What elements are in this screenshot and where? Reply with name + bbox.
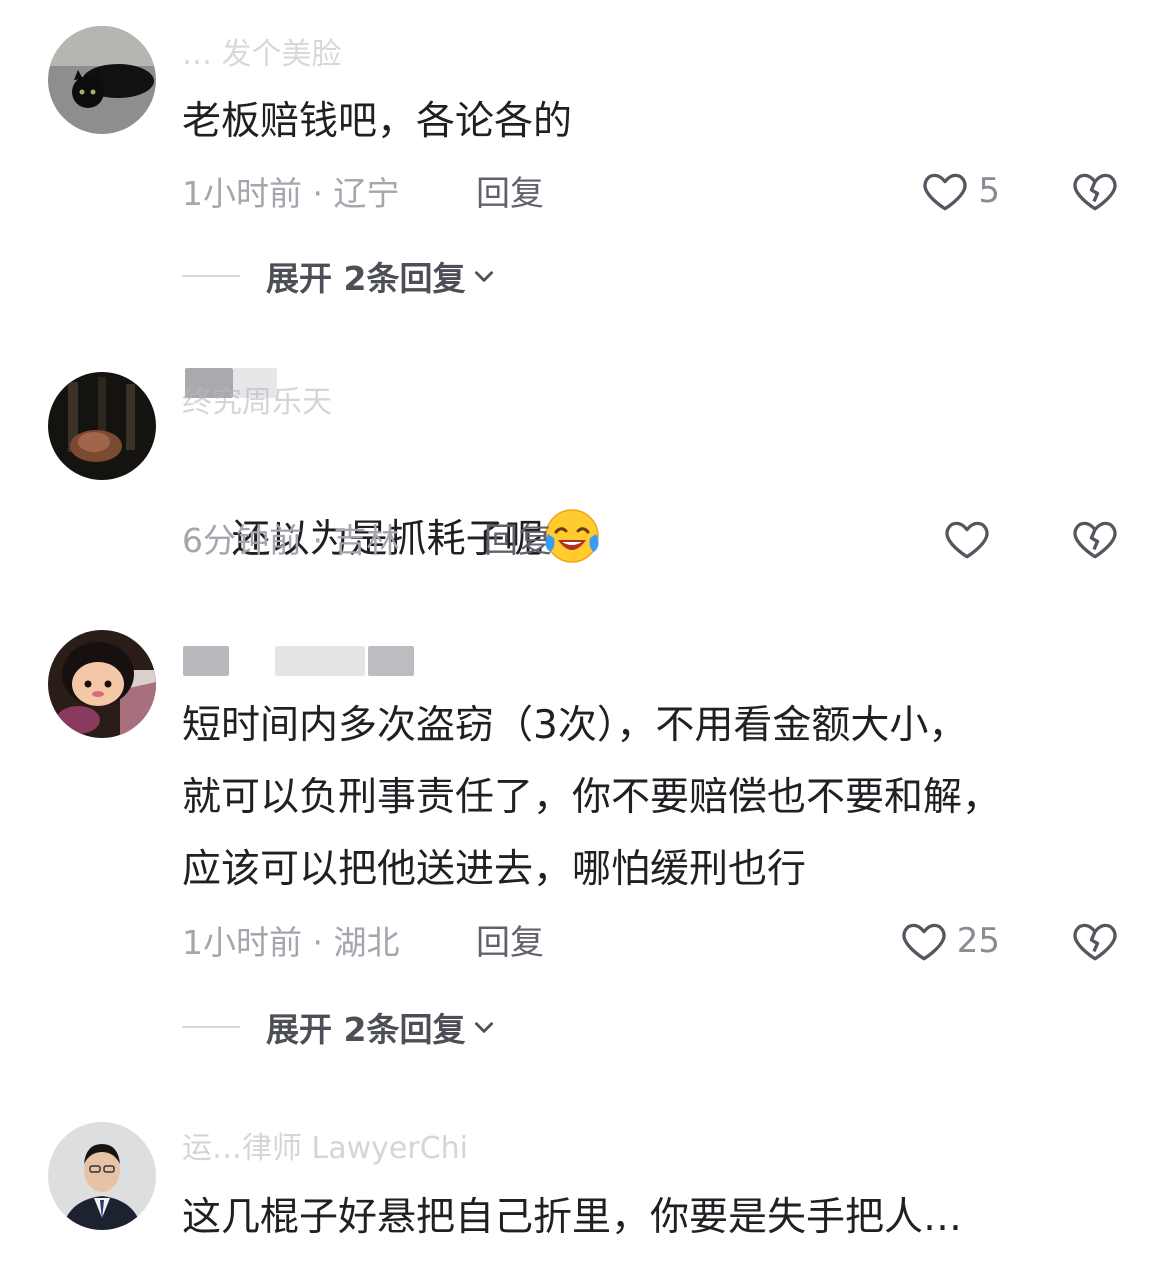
avatar[interactable]: [48, 372, 156, 480]
broken-heart-icon[interactable]: [1070, 166, 1120, 216]
broken-heart-icon[interactable]: [1070, 916, 1120, 966]
like-button[interactable]: 5: [920, 166, 1000, 216]
divider: [182, 275, 240, 277]
comment-text: 这几棍子好悬把自己折里，你要是失手把人…: [182, 1195, 963, 1240]
username[interactable]: 终究周乐天: [182, 386, 332, 420]
like-count: 5: [978, 171, 1000, 211]
like-button[interactable]: [942, 514, 1000, 564]
comment-text: 短时间内多次盗窃（3次），不用看金额大小， 就可以负刑事责任了，你不要赔偿也不要…: [182, 703, 1002, 892]
avatar[interactable]: [48, 630, 156, 738]
chevron-down-icon: [475, 271, 494, 282]
reply-button[interactable]: 回复: [476, 174, 544, 214]
comment-time-location: 6分钟前 · 吉林: [182, 521, 400, 560]
chevron-down-icon: [475, 1022, 494, 1033]
like-count: 25: [956, 921, 1000, 961]
comment-text: 老板赔钱吧，各论各的: [182, 99, 573, 144]
heart-outline-icon: [923, 173, 967, 211]
username-mask: [368, 646, 414, 676]
username[interactable]: … 发个美脸: [182, 38, 342, 72]
like-button[interactable]: 25: [899, 916, 1000, 966]
username-mask: [183, 646, 229, 676]
expand-replies-label: 展开 2条回复: [266, 1010, 466, 1049]
expand-replies-button[interactable]: 展开 2条回复: [182, 1003, 497, 1051]
comment-time-location: 1小时前 · 湖北: [182, 923, 400, 962]
avatar[interactable]: [48, 1122, 156, 1230]
expand-replies-label: 展开 2条回复: [266, 259, 466, 298]
comment-time-location: 1小时前 · 辽宁: [182, 174, 400, 213]
divider: [182, 1026, 240, 1028]
reply-button[interactable]: 回复: [476, 923, 544, 963]
heart-outline-icon: [902, 923, 946, 961]
username[interactable]: 运…律师 LawyerChi: [182, 1132, 468, 1166]
username-mask: [275, 646, 365, 676]
avatar[interactable]: [48, 26, 156, 134]
face-crying-laughing-icon: [544, 509, 599, 563]
expand-replies-button[interactable]: 展开 2条回复: [182, 252, 497, 300]
reply-button[interactable]: 回复: [484, 521, 552, 561]
heart-outline-icon: [945, 521, 989, 559]
broken-heart-icon[interactable]: [1070, 514, 1120, 564]
